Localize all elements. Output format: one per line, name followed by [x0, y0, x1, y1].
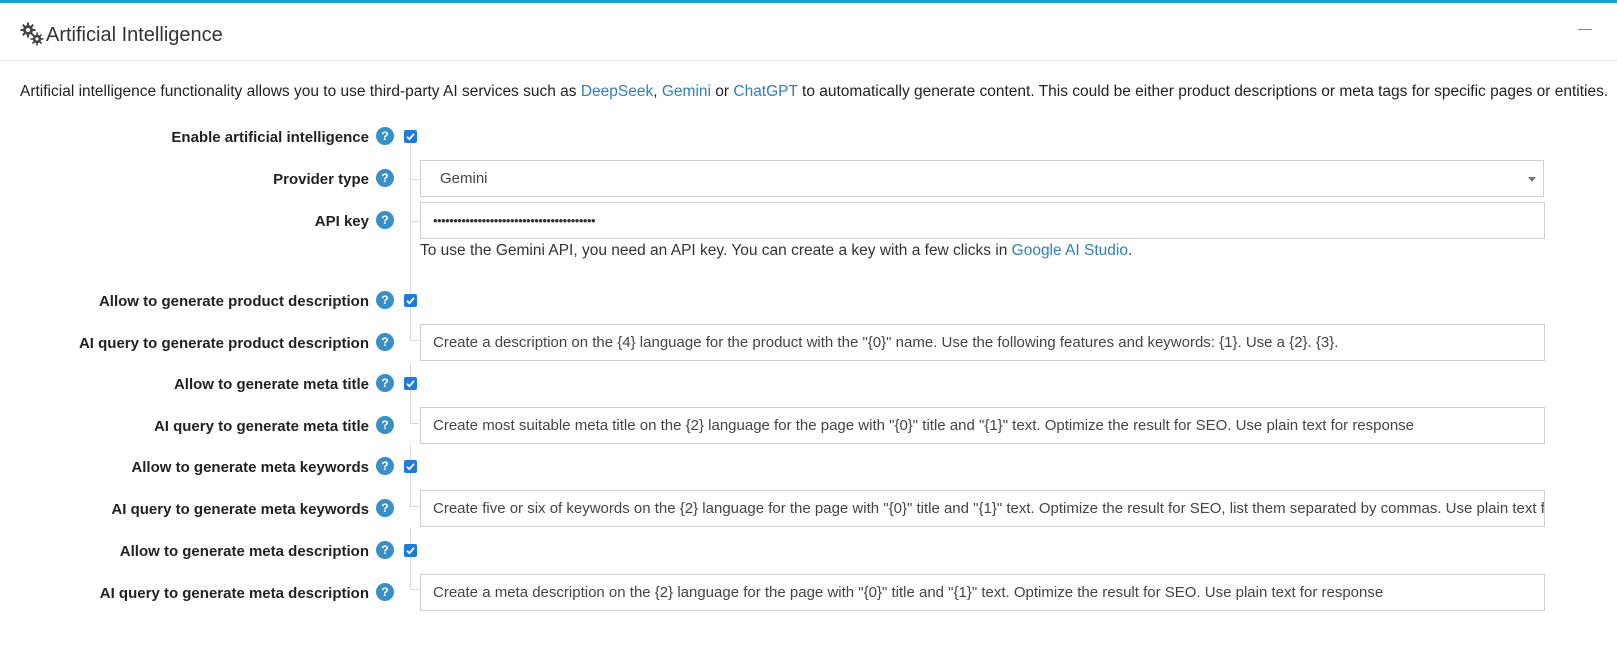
query-meta-description-label: AI query to generate meta description: [99, 585, 369, 602]
tree-line-meta-description: [410, 529, 411, 589]
allow-product-description-label: Allow to generate product description: [98, 293, 369, 310]
query-product-description-input[interactable]: Create a description on the {4} language…: [420, 324, 1545, 361]
intro-separator-1: ,: [653, 83, 662, 100]
allow-product-description-checkbox[interactable]: [404, 294, 417, 307]
tree-tick: [410, 589, 419, 590]
allow-meta-title-label: Allow to generate meta title: [173, 376, 369, 393]
intro-text-after: to automatically generate content. This …: [797, 83, 1609, 100]
query-meta-keywords-label: AI query to generate meta keywords: [111, 501, 369, 518]
help-icon[interactable]: ?: [376, 457, 394, 475]
tree-tick: [410, 423, 419, 424]
query-meta-keywords-input[interactable]: Create five or six of keywords on the {2…: [420, 490, 1545, 527]
allow-meta-keywords-checkbox[interactable]: [404, 460, 417, 473]
chevron-down-icon: [1528, 177, 1536, 182]
enable-ai-checkbox[interactable]: [404, 130, 417, 143]
tree-tick: [410, 340, 419, 341]
help-icon[interactable]: ?: [376, 169, 394, 187]
tree-tick: [410, 221, 419, 222]
gemini-link[interactable]: Gemini: [662, 83, 711, 100]
query-meta-title-input[interactable]: Create most suitable meta title on the {…: [420, 407, 1545, 444]
help-icon[interactable]: ?: [376, 333, 394, 351]
gears-icon: [20, 22, 44, 46]
tree-line-ai: [410, 144, 411, 340]
card-title: Artificial Intelligence: [46, 24, 223, 46]
help-icon[interactable]: ?: [376, 374, 394, 392]
help-icon[interactable]: ?: [376, 211, 394, 229]
ai-settings-card: Artificial Intelligence Artificial intel…: [0, 0, 1617, 652]
allow-meta-keywords-label: Allow to generate meta keywords: [131, 459, 369, 476]
query-product-description-value: Create a description on the {4} language…: [433, 334, 1339, 351]
intro-separator-2: or: [710, 83, 734, 100]
tree-line-meta-keywords: [410, 446, 411, 506]
google-ai-studio-link[interactable]: Google AI Studio: [1012, 242, 1128, 259]
api-key-hint-end: .: [1127, 242, 1133, 259]
api-key-hint: To use the Gemini API, you need an API k…: [420, 242, 1132, 260]
intro-text: Artificial intelligence functionality al…: [20, 83, 1608, 101]
intro-text-before: Artificial intelligence functionality al…: [20, 83, 581, 100]
provider-type-label: Provider type: [273, 171, 369, 188]
tree-tick: [410, 179, 419, 180]
query-meta-title-value: Create most suitable meta title on the {…: [433, 417, 1415, 434]
collapse-button[interactable]: [1578, 28, 1594, 32]
help-icon[interactable]: ?: [376, 416, 394, 434]
help-icon[interactable]: ?: [376, 291, 394, 309]
tree-line-meta-title: [410, 363, 411, 423]
enable-ai-label: Enable artificial intelligence: [171, 129, 369, 146]
api-key-label: API key: [314, 213, 369, 230]
help-icon[interactable]: ?: [376, 541, 394, 559]
query-meta-description-input[interactable]: Create a meta description on the {2} lan…: [420, 574, 1545, 611]
api-key-input[interactable]: ••••••••••••••••••••••••••••••••••••••••: [420, 202, 1545, 239]
allow-meta-description-label: Allow to generate meta description: [119, 543, 369, 560]
api-key-value: ••••••••••••••••••••••••••••••••••••••••: [433, 213, 596, 228]
help-icon[interactable]: ?: [376, 583, 394, 601]
allow-meta-description-checkbox[interactable]: [404, 544, 417, 557]
allow-meta-title-checkbox[interactable]: [404, 377, 417, 390]
provider-type-select[interactable]: Gemini: [420, 160, 1544, 197]
query-meta-description-value: Create a meta description on the {2} lan…: [433, 584, 1384, 601]
query-product-description-label: AI query to generate product description: [78, 335, 369, 352]
provider-type-value: Gemini: [440, 170, 488, 187]
query-meta-title-label: AI query to generate meta title: [153, 418, 369, 435]
deepseek-link[interactable]: DeepSeek: [581, 83, 653, 100]
help-icon[interactable]: ?: [376, 127, 394, 145]
query-meta-keywords-value: Create five or six of keywords on the {2…: [433, 500, 1545, 517]
tree-tick: [410, 506, 419, 507]
card-header: Artificial Intelligence: [0, 6, 1617, 61]
api-key-hint-text: To use the Gemini API, you need an API k…: [420, 242, 1012, 259]
chatgpt-link[interactable]: ChatGPT: [733, 83, 797, 100]
help-icon[interactable]: ?: [376, 499, 394, 517]
